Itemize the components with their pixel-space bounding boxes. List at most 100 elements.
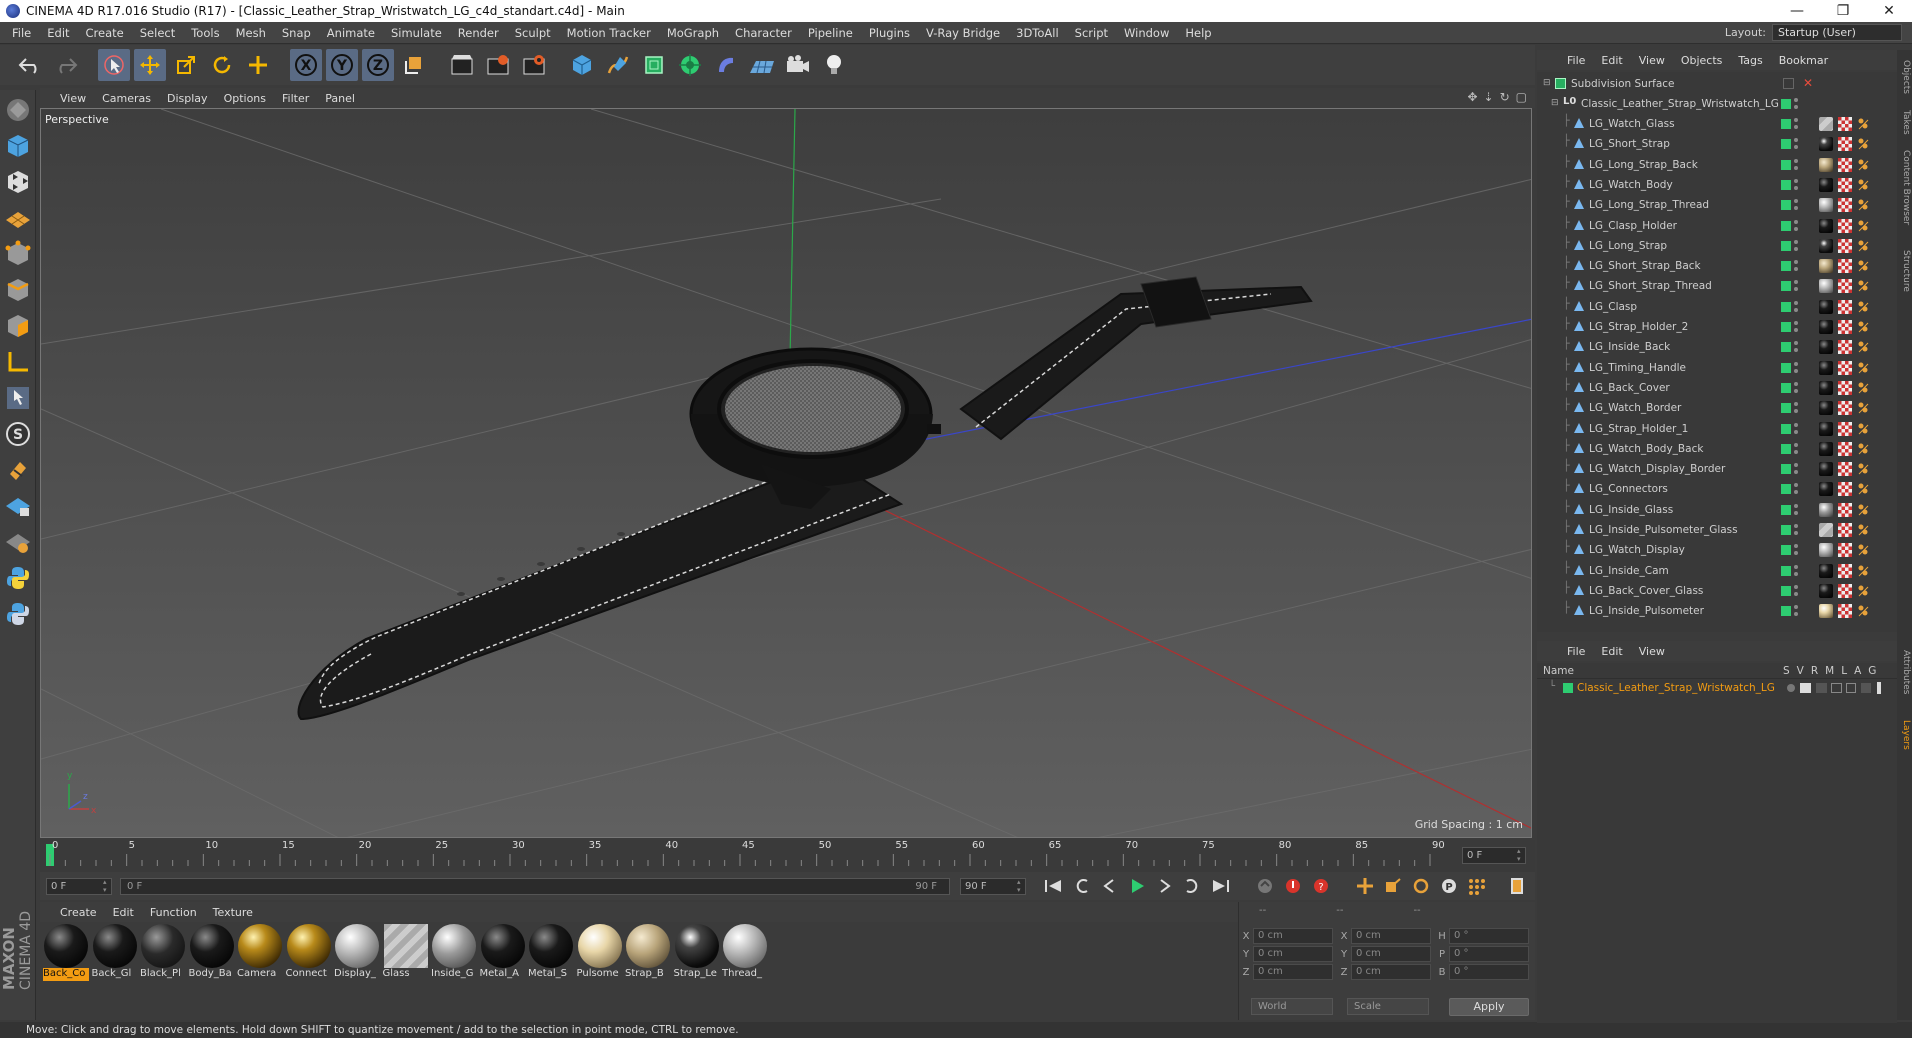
phong-tag-icon[interactable] bbox=[1856, 279, 1870, 293]
object-row[interactable]: ├ LG_Watch_Glass bbox=[1537, 114, 1897, 134]
layer-row[interactable]: └ Classic_Leather_Strap_Wristwatch_LG bbox=[1537, 679, 1897, 697]
x-axis-lock-icon[interactable]: X bbox=[290, 49, 322, 81]
phong-tag-icon[interactable] bbox=[1856, 442, 1870, 456]
object-row[interactable]: ├ LG_Inside_Glass bbox=[1537, 500, 1897, 520]
pen-spline-icon[interactable] bbox=[602, 49, 634, 81]
subdivision-surface-icon[interactable] bbox=[638, 49, 670, 81]
material-swatch[interactable]: Strap_B bbox=[624, 922, 672, 982]
menu-animate[interactable]: Animate bbox=[319, 22, 383, 44]
menu-tools[interactable]: Tools bbox=[183, 22, 227, 44]
object-row[interactable]: ├ LG_Clasp_Holder bbox=[1537, 216, 1897, 236]
phong-tag-icon[interactable] bbox=[1856, 137, 1870, 151]
material-tag-icon[interactable] bbox=[1819, 462, 1833, 477]
current-frame-field[interactable]: 0 F bbox=[1462, 847, 1526, 864]
play-forward-icon[interactable] bbox=[1124, 874, 1150, 898]
phong-tag-icon[interactable] bbox=[1856, 320, 1870, 334]
position-x-field[interactable]: 0 cm bbox=[1253, 928, 1333, 944]
planar-workplane-icon[interactable] bbox=[2, 526, 34, 558]
object-row[interactable]: ├ LG_Short_Strap_Back bbox=[1537, 256, 1897, 276]
texture-tag-icon[interactable] bbox=[1838, 604, 1852, 619]
material-swatch[interactable]: Back_Co bbox=[42, 922, 90, 982]
workplane-mode-icon[interactable] bbox=[2, 202, 34, 234]
material-tag-icon[interactable] bbox=[1819, 117, 1833, 131]
material-swatch[interactable]: Metal_A bbox=[479, 922, 527, 982]
tab-takes[interactable]: Takes bbox=[1898, 110, 1911, 135]
material-tag-icon[interactable] bbox=[1819, 157, 1833, 172]
visibility-dots-icon[interactable] bbox=[1794, 260, 1798, 272]
menu-script[interactable]: Script bbox=[1067, 22, 1116, 44]
om-menu-tags[interactable]: Tags bbox=[1730, 54, 1770, 67]
live-selection-icon[interactable] bbox=[98, 49, 130, 81]
object-row[interactable]: ├ LG_Long_Strap bbox=[1537, 236, 1897, 256]
material-swatch[interactable]: Thread_ bbox=[721, 922, 769, 982]
collapse-toggle-icon[interactable]: ⊟ bbox=[1551, 98, 1559, 108]
phong-tag-icon[interactable] bbox=[1856, 503, 1870, 517]
object-row[interactable]: ├ LG_Watch_Body_Back bbox=[1537, 439, 1897, 459]
coordinate-space-select[interactable]: World bbox=[1251, 998, 1333, 1015]
axis-mode-icon[interactable] bbox=[2, 346, 34, 378]
texture-tag-icon[interactable] bbox=[1838, 157, 1852, 172]
texture-tag-icon[interactable] bbox=[1838, 583, 1852, 598]
layer-generator-icon[interactable] bbox=[1877, 682, 1881, 694]
tab-objects[interactable]: Objects bbox=[1898, 60, 1911, 94]
tab-content-browser[interactable]: Content Browser bbox=[1898, 150, 1911, 225]
material-tag-icon[interactable] bbox=[1819, 360, 1833, 375]
menu-vray-bridge[interactable]: V-Ray Bridge bbox=[918, 22, 1008, 44]
size-x-field[interactable]: 0 cm bbox=[1351, 928, 1431, 944]
scale-tool-icon[interactable] bbox=[170, 49, 202, 81]
y-axis-lock-icon[interactable]: Y bbox=[326, 49, 358, 81]
material-swatch[interactable]: Pulsome bbox=[576, 922, 624, 982]
material-tag-icon[interactable] bbox=[1819, 137, 1833, 152]
tree-row-subdivision-surface[interactable]: ⊟ Subdivision Surface ✕ bbox=[1537, 74, 1897, 94]
points-mode-icon[interactable] bbox=[2, 238, 34, 270]
key-parameter-icon[interactable]: P bbox=[1436, 874, 1462, 898]
tweak-mode-icon[interactable] bbox=[2, 382, 34, 414]
python-script-2-icon[interactable] bbox=[2, 598, 34, 630]
object-row[interactable]: ├ LG_Back_Cover_Glass bbox=[1537, 581, 1897, 601]
phong-tag-icon[interactable] bbox=[1856, 158, 1870, 172]
object-row[interactable]: ├ LG_Back_Cover bbox=[1537, 378, 1897, 398]
texture-tag-icon[interactable] bbox=[1838, 360, 1852, 375]
layout-select[interactable]: Startup (User) bbox=[1772, 24, 1902, 41]
move-tool-icon[interactable] bbox=[134, 49, 166, 81]
phong-tag-icon[interactable] bbox=[1856, 584, 1870, 598]
camera-object-icon[interactable] bbox=[782, 49, 814, 81]
texture-tag-icon[interactable] bbox=[1838, 340, 1852, 355]
tab-attributes[interactable]: Attributes bbox=[1898, 650, 1911, 694]
viewport-menu-filter[interactable]: Filter bbox=[274, 92, 317, 105]
cube-primitive-icon[interactable] bbox=[566, 49, 598, 81]
visibility-dots-icon[interactable] bbox=[1794, 605, 1798, 617]
phong-tag-icon[interactable] bbox=[1856, 219, 1870, 233]
menu-mograph[interactable]: MoGraph bbox=[659, 22, 727, 44]
material-tag-icon[interactable] bbox=[1819, 482, 1833, 497]
visibility-dots-icon[interactable] bbox=[1794, 442, 1798, 455]
key-scale-icon[interactable] bbox=[1380, 874, 1406, 898]
material-tag-icon[interactable] bbox=[1819, 259, 1833, 274]
texture-tag-icon[interactable] bbox=[1838, 320, 1852, 334]
mograph-cloner-icon[interactable] bbox=[674, 49, 706, 81]
layer-render-icon[interactable] bbox=[1816, 683, 1827, 693]
visibility-dots-icon[interactable] bbox=[1794, 118, 1798, 130]
phong-tag-icon[interactable] bbox=[1856, 117, 1870, 131]
material-tag-icon[interactable] bbox=[1819, 320, 1833, 334]
menu-sculpt[interactable]: Sculpt bbox=[507, 22, 559, 44]
menu-help[interactable]: Help bbox=[1177, 22, 1219, 44]
layer-animation-icon[interactable] bbox=[1861, 683, 1871, 693]
visibility-dots-icon[interactable] bbox=[1794, 280, 1798, 292]
material-tag-icon[interactable] bbox=[1819, 299, 1833, 314]
texture-tag-icon[interactable] bbox=[1838, 482, 1852, 497]
texture-tag-icon[interactable] bbox=[1838, 137, 1852, 152]
object-row[interactable]: ├ LG_Clasp bbox=[1537, 297, 1897, 317]
tab-structure[interactable]: Structure bbox=[1898, 250, 1911, 292]
material-swatch[interactable]: Inside_G bbox=[430, 922, 478, 982]
phong-tag-icon[interactable] bbox=[1856, 381, 1870, 395]
om-menu-edit[interactable]: Edit bbox=[1593, 54, 1630, 67]
object-row[interactable]: ├ LG_Inside_Cam bbox=[1537, 561, 1897, 581]
menu-character[interactable]: Character bbox=[727, 22, 800, 44]
previous-key-icon[interactable] bbox=[1068, 874, 1094, 898]
phong-tag-icon[interactable] bbox=[1856, 462, 1870, 476]
visibility-dots-icon[interactable] bbox=[1794, 138, 1798, 150]
close-button[interactable]: ✕ bbox=[1866, 0, 1912, 22]
position-y-field[interactable]: 0 cm bbox=[1253, 946, 1333, 962]
object-row[interactable]: ├ LG_Watch_Display_Border bbox=[1537, 459, 1897, 479]
